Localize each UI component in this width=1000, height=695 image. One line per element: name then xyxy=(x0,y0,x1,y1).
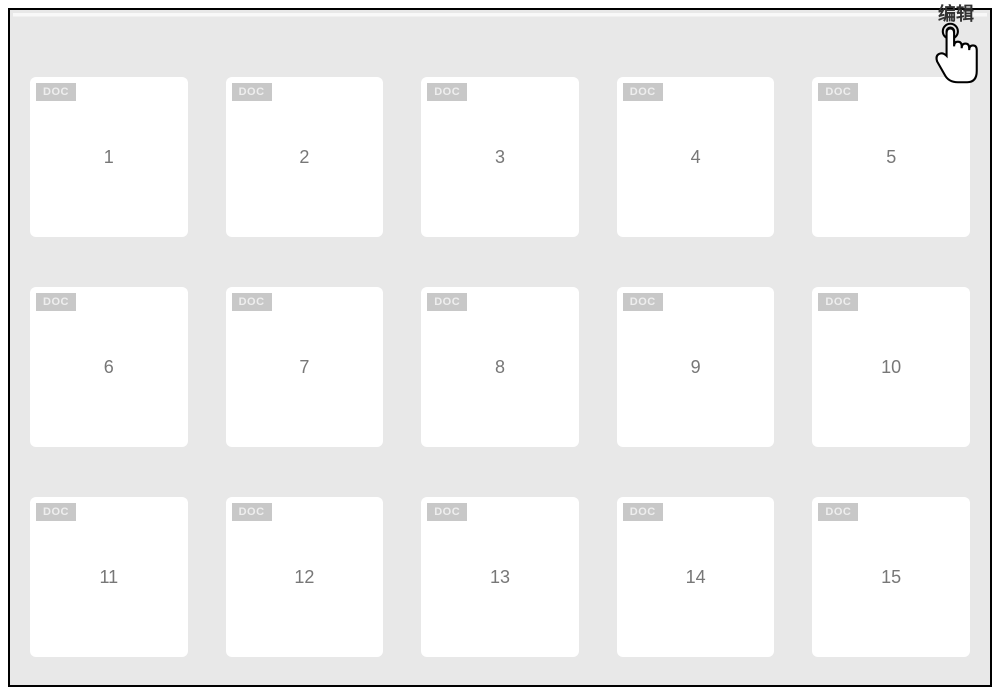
document-card[interactable]: DOC 7 xyxy=(226,287,384,447)
doc-type-badge: DOC xyxy=(623,293,663,311)
doc-number: 8 xyxy=(495,357,505,378)
doc-type-badge: DOC xyxy=(232,293,272,311)
app-frame: DOC 1 DOC 2 DOC 3 DOC 4 DOC 5 DOC 6 DOC … xyxy=(8,8,992,687)
doc-number: 5 xyxy=(886,147,896,168)
doc-type-badge: DOC xyxy=(623,503,663,521)
document-card[interactable]: DOC 5 xyxy=(812,77,970,237)
doc-number: 3 xyxy=(495,147,505,168)
doc-type-badge: DOC xyxy=(232,503,272,521)
document-card[interactable]: DOC 1 xyxy=(30,77,188,237)
doc-type-badge: DOC xyxy=(36,503,76,521)
doc-type-badge: DOC xyxy=(818,503,858,521)
doc-number: 7 xyxy=(299,357,309,378)
document-card[interactable]: DOC 6 xyxy=(30,287,188,447)
tap-hand-icon xyxy=(928,20,984,86)
document-card[interactable]: DOC 4 xyxy=(617,77,775,237)
document-card[interactable]: DOC 10 xyxy=(812,287,970,447)
doc-type-badge: DOC xyxy=(36,83,76,101)
doc-type-badge: DOC xyxy=(818,83,858,101)
document-grid: DOC 1 DOC 2 DOC 3 DOC 4 DOC 5 DOC 6 DOC … xyxy=(10,17,990,677)
doc-number: 15 xyxy=(881,567,901,588)
document-card[interactable]: DOC 3 xyxy=(421,77,579,237)
document-card[interactable]: DOC 8 xyxy=(421,287,579,447)
document-card[interactable]: DOC 2 xyxy=(226,77,384,237)
doc-type-badge: DOC xyxy=(427,83,467,101)
document-card[interactable]: DOC 12 xyxy=(226,497,384,657)
doc-type-badge: DOC xyxy=(427,503,467,521)
doc-number: 1 xyxy=(104,147,114,168)
doc-type-badge: DOC xyxy=(232,83,272,101)
doc-number: 11 xyxy=(99,567,118,588)
edit-button[interactable]: 编辑 xyxy=(928,0,984,91)
document-card[interactable]: DOC 9 xyxy=(617,287,775,447)
doc-number: 10 xyxy=(881,357,901,378)
document-card[interactable]: DOC 14 xyxy=(617,497,775,657)
doc-type-badge: DOC xyxy=(818,293,858,311)
doc-number: 12 xyxy=(294,567,314,588)
doc-number: 14 xyxy=(686,567,706,588)
doc-number: 13 xyxy=(490,567,510,588)
doc-number: 9 xyxy=(691,357,701,378)
doc-number: 2 xyxy=(299,147,309,168)
document-card[interactable]: DOC 13 xyxy=(421,497,579,657)
doc-type-badge: DOC xyxy=(427,293,467,311)
doc-type-badge: DOC xyxy=(623,83,663,101)
doc-number: 6 xyxy=(104,357,114,378)
document-card[interactable]: DOC 11 xyxy=(30,497,188,657)
document-card[interactable]: DOC 15 xyxy=(812,497,970,657)
doc-number: 4 xyxy=(691,147,701,168)
doc-type-badge: DOC xyxy=(36,293,76,311)
